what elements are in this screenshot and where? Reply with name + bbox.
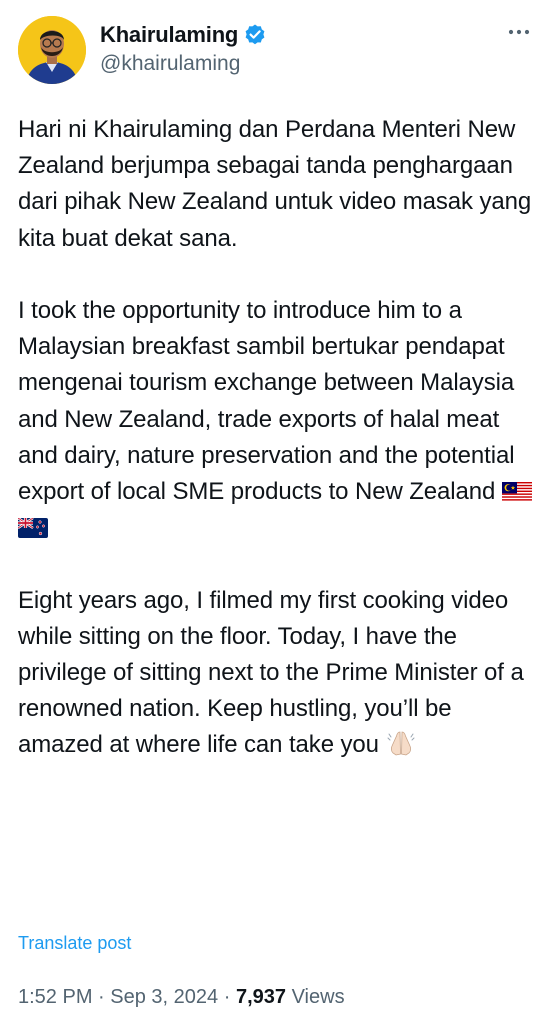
views-count: 7,937 — [235, 986, 287, 1008]
post-time[interactable]: 1:52 PM — [18, 986, 92, 1008]
translate-post-link[interactable]: Translate post — [18, 933, 131, 954]
tweet-header: Khairulaming @khairulaming — [18, 16, 535, 84]
views-label: Views — [291, 986, 345, 1008]
tweet-paragraph-1: Hari ni Khairulaming dan Perdana Menteri… — [18, 116, 538, 252]
author-names: Khairulaming @khairulaming — [100, 20, 267, 76]
tweet-meta: 1:52 PM · Sep 3, 2024 · 7,937 Views — [18, 986, 345, 1009]
display-name-row: Khairulaming — [100, 20, 267, 50]
malaysia-flag-icon — [501, 477, 532, 503]
author-handle[interactable]: @khairulaming — [100, 52, 267, 76]
avatar[interactable] — [18, 16, 86, 84]
meta-separator: · — [98, 986, 105, 1008]
verified-badge-icon[interactable] — [243, 23, 267, 47]
post-date[interactable]: Sep 3, 2024 — [110, 986, 218, 1008]
folded-hands-icon — [386, 730, 416, 756]
avatar-photo — [18, 16, 86, 84]
tweet-paragraph-2: I took the opportunity to introduce him … — [18, 297, 522, 506]
more-horizontal-icon[interactable] — [505, 18, 533, 46]
tweet-paragraph-3: Eight years ago, I filmed my first cooki… — [18, 586, 531, 759]
display-name[interactable]: Khairulaming — [100, 22, 238, 48]
new-zealand-flag-icon — [17, 513, 48, 539]
tweet-text: Hari ni Khairulaming dan Perdana Menteri… — [17, 112, 538, 764]
tweet: Khairulaming @khairulaming Hari ni Khair… — [0, 0, 553, 1024]
meta-separator: · — [223, 986, 231, 1008]
